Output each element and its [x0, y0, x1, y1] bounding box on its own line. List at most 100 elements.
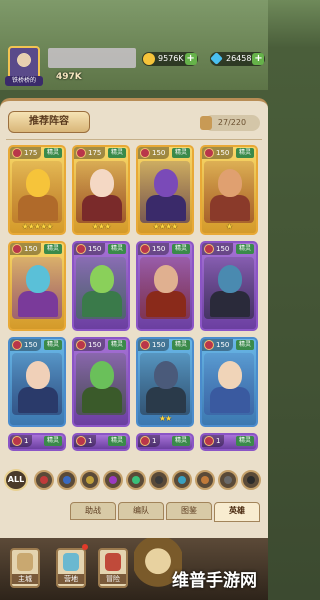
- hero-body: [82, 195, 122, 221]
- hero-badge: 精灵: [171, 244, 190, 254]
- class-filter-button[interactable]: [34, 470, 54, 490]
- class-filter-button[interactable]: [103, 470, 123, 490]
- hero-body: [210, 195, 250, 221]
- class-icon: [140, 340, 150, 350]
- tab-collection[interactable]: 图鉴: [166, 502, 212, 520]
- hero-badge: 精灵: [235, 436, 254, 446]
- filter-all-button[interactable]: ALL: [4, 469, 28, 491]
- nav-camp[interactable]: 营地: [56, 548, 86, 588]
- class-filter-button[interactable]: [80, 470, 100, 490]
- hero-face: [218, 169, 242, 197]
- hero-badge: 精灵: [43, 436, 62, 446]
- class-emblem-icon: [40, 476, 48, 484]
- level-text: 150: [24, 341, 38, 349]
- level-text: 175: [24, 149, 38, 157]
- hero-badge: 精灵: [107, 340, 126, 350]
- class-filter-button[interactable]: [241, 470, 261, 490]
- class-icon: [76, 436, 86, 446]
- hero-level: 1: [138, 435, 161, 447]
- hero-level: 150: [10, 339, 42, 351]
- hero-body: [82, 291, 122, 317]
- hero-face: [90, 361, 114, 389]
- hero-card[interactable]: 175 精灵 ★★★★★: [8, 145, 66, 235]
- class-filter-button[interactable]: [195, 470, 215, 490]
- hero-level: 1: [74, 435, 97, 447]
- nav-main-city[interactable]: 主城: [10, 548, 40, 588]
- hero-stars: ★★★★: [152, 222, 179, 231]
- top-header: 铁桥桥的 497K 9576K + 26458 +: [0, 0, 268, 90]
- hero-card[interactable]: 150 精灵 ★★: [136, 337, 194, 427]
- class-filter-button[interactable]: [218, 470, 238, 490]
- hero-card[interactable]: 150 精灵: [72, 337, 130, 427]
- hero-badge: 精灵: [43, 244, 62, 254]
- hero-face: [154, 361, 178, 389]
- hero-card[interactable]: 150 精灵 ★★★★: [136, 145, 194, 235]
- camp-icon: [63, 553, 79, 571]
- nav-adventure[interactable]: 冒险: [98, 548, 128, 588]
- hero-card[interactable]: 150 精灵 ★: [200, 145, 258, 235]
- hero-badge: 精灵: [171, 340, 190, 350]
- hero-face: [26, 361, 50, 389]
- avatar-tag: 铁桥桥的: [5, 76, 43, 86]
- hero-card[interactable]: 1 精灵: [200, 433, 258, 451]
- level-text: 150: [216, 149, 230, 157]
- hero-level: 1: [10, 435, 33, 447]
- hero-card[interactable]: 1 精灵: [136, 433, 194, 451]
- class-icon: [140, 436, 150, 446]
- recommend-lineup-button[interactable]: 推荐阵容: [8, 111, 90, 133]
- add-gem-button[interactable]: +: [252, 53, 265, 65]
- hero-body: [146, 195, 186, 221]
- class-icon: [204, 244, 214, 254]
- hero-portrait: [12, 353, 62, 415]
- hero-body: [210, 291, 250, 317]
- add-gold-button[interactable]: +: [184, 53, 197, 65]
- class-icon: [140, 244, 150, 254]
- hero-level: 150: [138, 147, 170, 159]
- hero-card[interactable]: 150 精灵: [136, 241, 194, 331]
- class-filter-button[interactable]: [149, 470, 169, 490]
- class-emblem-icon: [224, 476, 232, 484]
- level-text: 150: [88, 245, 102, 253]
- class-icon: [204, 148, 214, 158]
- gold-amount: 9576K: [158, 54, 184, 63]
- class-icon: [76, 244, 86, 254]
- tab-support[interactable]: 助战: [70, 502, 116, 520]
- hero-face: [90, 265, 114, 293]
- hero-portrait: [140, 161, 190, 223]
- hero-badge: 精灵: [43, 148, 62, 158]
- hero-card[interactable]: 150 精灵: [200, 241, 258, 331]
- hero-card[interactable]: 150 精灵: [8, 241, 66, 331]
- level-text: 150: [216, 341, 230, 349]
- hero-badge: 精灵: [235, 244, 254, 254]
- divider: [6, 139, 262, 140]
- hero-card[interactable]: 150 精灵: [72, 241, 130, 331]
- castle-icon: [17, 553, 33, 571]
- hero-portrait: [140, 353, 190, 415]
- level-text: 1: [152, 437, 157, 445]
- class-filter-button[interactable]: [172, 470, 192, 490]
- tab-heroes[interactable]: 英雄: [214, 502, 260, 522]
- class-filter-button[interactable]: [126, 470, 146, 490]
- level-text: 150: [216, 245, 230, 253]
- hero-tabs: 助战 编队 图鉴 英雄: [70, 502, 266, 522]
- hero-stars: ★★: [158, 414, 172, 423]
- notification-dot: [82, 544, 88, 550]
- class-icon: [140, 148, 150, 158]
- hero-card[interactable]: 1 精灵: [72, 433, 130, 451]
- hero-face: [218, 361, 242, 389]
- hero-level: 1: [202, 435, 225, 447]
- hero-badge: 精灵: [171, 148, 190, 158]
- player-avatar[interactable]: [8, 46, 40, 80]
- tab-formation[interactable]: 编队: [118, 502, 164, 520]
- hero-card[interactable]: 150 精灵: [8, 337, 66, 427]
- class-icon: [204, 436, 214, 446]
- hero-badge: 精灵: [171, 436, 190, 446]
- hero-level: 150: [202, 147, 234, 159]
- crossed-swords-icon: [105, 553, 121, 571]
- hero-card[interactable]: 1 精灵: [8, 433, 66, 451]
- capacity-text: 27/220: [217, 118, 247, 127]
- class-filter-button[interactable]: [57, 470, 77, 490]
- hero-card[interactable]: 175 精灵 ★★★: [72, 145, 130, 235]
- hero-card[interactable]: 150 精灵: [200, 337, 258, 427]
- hero-portrait: [76, 161, 126, 223]
